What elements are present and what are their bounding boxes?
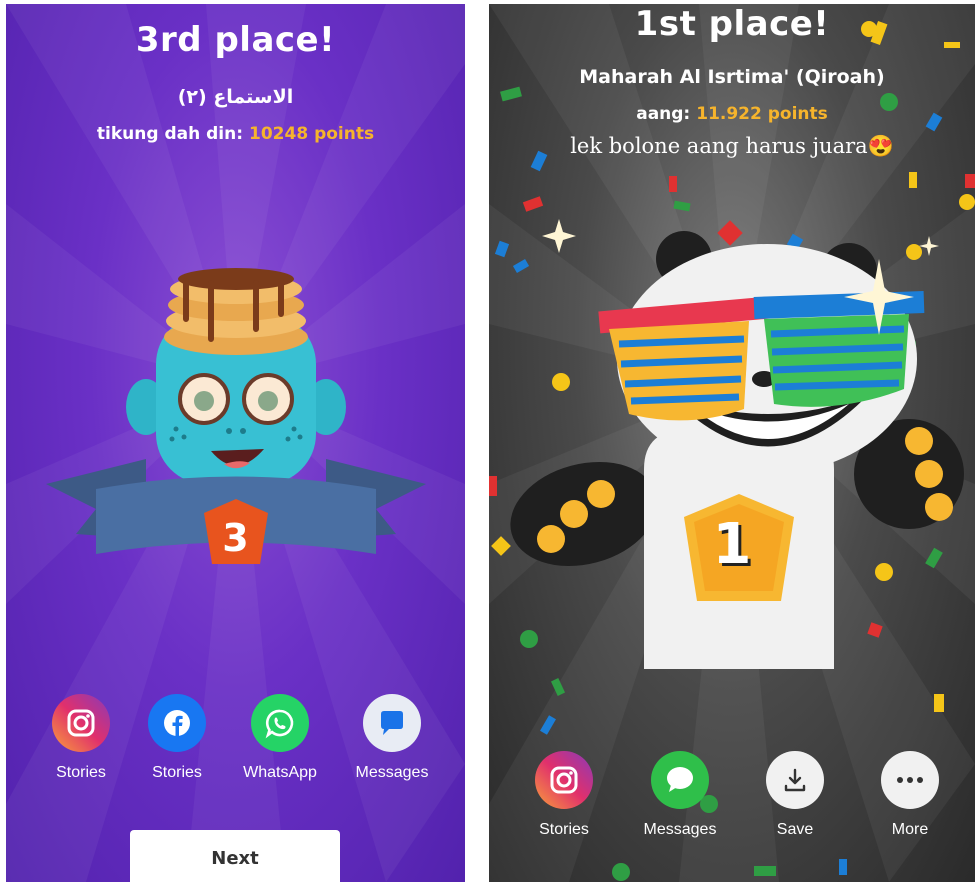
left-result-screen: 3rd place! الاستماع (٢) tikung dah din: 1… [6, 4, 465, 882]
score-line: aang: 11.922 points [489, 104, 975, 124]
place-title: 3rd place! [135, 20, 336, 60]
player-name: tikung dah din: [96, 124, 244, 144]
whatsapp-icon [251, 694, 309, 752]
score-value: 10248 points [249, 124, 375, 144]
player-name: aang: [636, 104, 691, 124]
messages-icon [651, 751, 709, 809]
place-title: 1st place! [634, 4, 830, 44]
right-result-screen: 1st place! Maharah Al Isrtima' (Qiroah) … [489, 4, 975, 882]
share-instagram-stories[interactable]: Stories [31, 694, 131, 782]
score-line: tikung dah din: 10248 points [6, 124, 465, 144]
share-label: Stories [152, 764, 202, 781]
rank-number: 1 [712, 512, 752, 577]
next-button[interactable]: Next [130, 830, 340, 882]
instagram-icon [52, 694, 110, 752]
facebook-icon [148, 694, 206, 752]
share-facebook-stories[interactable]: Stories [127, 694, 227, 782]
share-label: WhatsApp [243, 764, 317, 781]
share-label: Messages [355, 764, 429, 781]
quiz-name: الاستماع (٢) [177, 86, 294, 108]
share-label: Stories [539, 821, 589, 838]
share-label: More [891, 821, 929, 838]
save-button[interactable]: Save [745, 751, 845, 839]
score-value: 11.922 points [696, 104, 828, 124]
share-label: Messages [643, 821, 717, 838]
rank-number: 3 [222, 516, 249, 560]
share-label: Save [776, 821, 814, 838]
instagram-icon [535, 751, 593, 809]
more-button[interactable]: More [860, 751, 960, 839]
messages-icon [363, 694, 421, 752]
share-instagram-stories[interactable]: Stories [514, 751, 614, 839]
share-messages[interactable]: Messages [630, 751, 730, 839]
download-icon [766, 751, 824, 809]
avatar-illustration [510, 231, 964, 669]
user-caption: lek bolone aang harus juara😍 [570, 134, 894, 158]
quiz-name: Maharah Al Isrtima' (Qiroah) [579, 66, 885, 88]
more-dots-icon [881, 751, 939, 809]
share-whatsapp[interactable]: WhatsApp [230, 694, 330, 782]
share-messages[interactable]: Messages [342, 694, 442, 782]
share-label: Stories [56, 764, 106, 781]
